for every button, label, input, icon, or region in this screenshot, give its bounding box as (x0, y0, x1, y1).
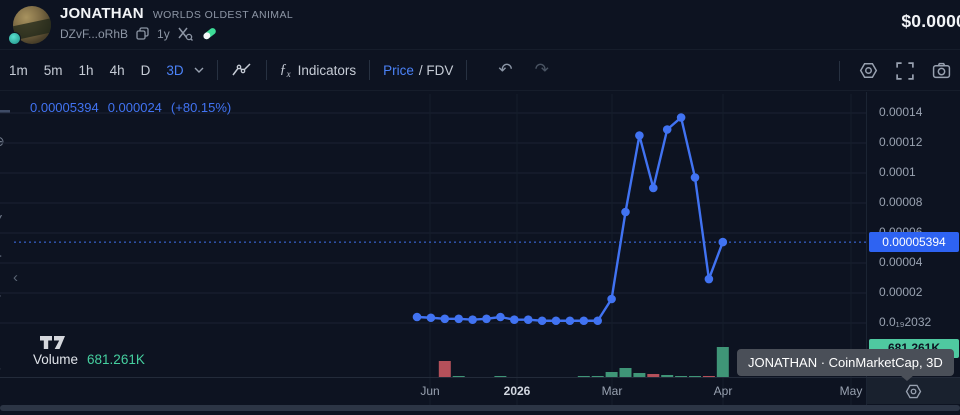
x-axis-label: Jun (408, 384, 452, 398)
range-label[interactable]: 1y (157, 27, 170, 41)
tooltip-notch (900, 375, 914, 381)
chart-toolbar: 1m5m1h4hD3D ƒx Indicators Price / FDV ↶ … (0, 50, 960, 91)
x-axis-label: Apr (701, 384, 745, 398)
volume-legend: Volume 681.261K (33, 352, 145, 367)
price-point (649, 184, 658, 193)
y-axis-tick: 0.00004 (879, 255, 922, 269)
toolbar-divider (839, 61, 840, 81)
y-axis-tick: 0.00008 (879, 195, 922, 209)
price-point (719, 238, 728, 247)
current-price-tag: 0.00005394 (869, 232, 959, 252)
interval-button-1h[interactable]: 1h (79, 63, 94, 78)
price-point (677, 113, 686, 122)
price-point (580, 316, 589, 325)
price-change-pct: (+80.15%) (171, 100, 231, 115)
volume-value: 681.261K (87, 352, 145, 367)
toolbar-divider (217, 60, 218, 80)
price-point (621, 208, 630, 217)
header-price-display: $0.0000 (901, 11, 960, 32)
chart-tooltip: JONATHAN · CoinMarketCap, 3D (737, 349, 954, 376)
price-line (417, 118, 723, 321)
price-point (454, 315, 463, 324)
axis-settings-button[interactable] (867, 378, 960, 404)
token-address[interactable]: DZvF...oRhB (60, 27, 128, 41)
price-point (538, 316, 547, 325)
price-current: 0.00005394 (30, 100, 99, 115)
interval-button-1m[interactable]: 1m (9, 63, 28, 78)
price-point (468, 315, 477, 324)
x-axis-label: Mar (590, 384, 634, 398)
fx-icon: ƒx (280, 62, 291, 79)
price-point (413, 313, 422, 322)
time-axis[interactable]: Jun2026MarAprMay (0, 377, 960, 405)
y-axis-tick: 0.0₁₉2032 (879, 315, 931, 329)
y-axis-tick: 0.0001 (879, 165, 916, 179)
price-point (510, 315, 519, 324)
toolbar-divider (466, 60, 467, 80)
interval-button-5m[interactable]: 5m (44, 63, 63, 78)
x-search-icon[interactable] (178, 27, 193, 41)
volume-bar (439, 361, 451, 378)
x-axis-label: 2026 (495, 384, 539, 398)
price-point (552, 316, 561, 325)
y-axis-tick: 0.00012 (879, 135, 922, 149)
price-point (524, 315, 533, 324)
price-point (635, 131, 644, 140)
y-axis-tick: 0.00014 (879, 105, 922, 119)
undo-icon[interactable]: ↶ (498, 60, 512, 80)
pill-icon[interactable] (201, 26, 218, 41)
price-point (607, 295, 616, 304)
price-change-abs: 0.000024 (108, 100, 162, 115)
chain-badge-icon (8, 32, 21, 45)
interval-button-4h[interactable]: 4h (110, 63, 125, 78)
toolbar-divider (369, 60, 370, 80)
token-tagline: WORLDS OLDEST ANIMAL (153, 9, 293, 21)
price-point (705, 275, 714, 284)
redo-icon[interactable]: ↷ (535, 60, 549, 80)
price-point (566, 316, 575, 325)
copy-icon[interactable] (136, 27, 149, 40)
price-point (482, 315, 491, 324)
fdv-toggle[interactable]: / FDV (419, 63, 454, 78)
token-name: JONATHAN (60, 5, 144, 22)
price-toggle[interactable]: Price (383, 63, 414, 78)
tradingview-logo[interactable] (40, 336, 68, 350)
chart-type-icon[interactable] (231, 61, 253, 79)
indicators-button[interactable]: Indicators (298, 63, 357, 78)
price-point (593, 316, 602, 325)
camera-icon[interactable] (932, 62, 951, 79)
volume-label[interactable]: Volume (33, 352, 78, 367)
fullscreen-icon[interactable] (896, 62, 914, 80)
price-readout: 0.00005394 0.000024 (+80.15%) (30, 100, 231, 115)
gear-icon (905, 383, 922, 400)
header: JONATHAN WORLDS OLDEST ANIMAL DZvF...oRh… (0, 0, 960, 50)
interval-group: 1m 5m 1h 4h D 3D (0, 63, 184, 78)
settings-gear-icon[interactable] (859, 61, 878, 80)
toolbar-divider (266, 60, 267, 80)
horizontal-scrollbar[interactable] (0, 405, 960, 411)
chevron-down-icon[interactable] (194, 67, 204, 73)
price-point (663, 125, 672, 134)
interval-button-3d[interactable]: 3D (166, 63, 183, 78)
price-point (441, 315, 450, 324)
interval-button-d[interactable]: D (141, 63, 151, 78)
price-point (691, 173, 700, 182)
price-point (496, 313, 505, 322)
y-axis-tick: 0.00002 (879, 285, 922, 299)
price-point (427, 313, 436, 322)
trading-chart-app: JONATHAN WORLDS OLDEST ANIMAL DZvF...oRh… (0, 0, 960, 415)
volume-bar (717, 347, 729, 378)
